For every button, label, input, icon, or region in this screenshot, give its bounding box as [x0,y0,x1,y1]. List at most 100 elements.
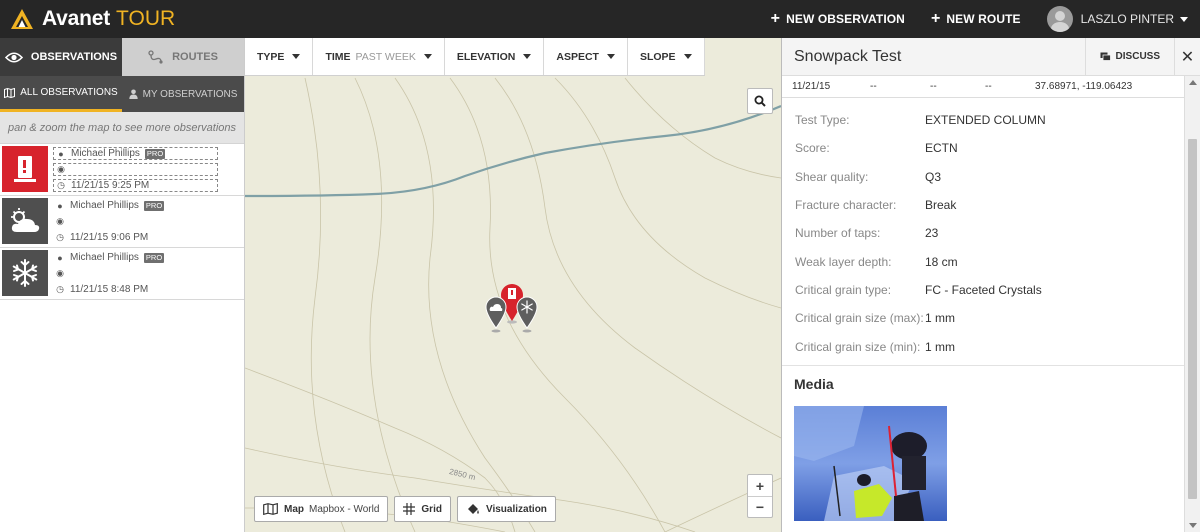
subtab-all-observations-label: ALL OBSERVATIONS [20,87,118,98]
observation-author: Michael Phillips [71,148,140,159]
pro-badge: PRO [144,148,166,159]
observation-author: Michael Phillips [70,252,139,263]
brand-suffix: TOUR [116,7,176,30]
new-observation-button[interactable]: + NEW OBSERVATION [771,10,905,28]
user-menu[interactable]: LASZLO PINTER [1046,6,1188,32]
detail-row-fracture-character: Fracture character: Break [795,191,1185,219]
field-value: 23 [925,226,939,241]
detail-summary-row: 11/21/15 -- -- -- 37.68971, -119.06423 [782,76,1185,98]
filter-elevation[interactable]: ELEVATION [445,38,545,75]
zoom-in-button[interactable]: + [748,475,772,496]
subtab-all-observations[interactable]: ALL OBSERVATIONS [0,76,122,112]
detail-header: Snowpack Test DISCUSS ✕ [782,38,1200,76]
field-label: Critical grain type: [795,282,892,297]
detail-title: Snowpack Test [794,47,902,65]
group-icon: ◉ [56,216,64,226]
chevron-down-icon [1180,16,1188,22]
filter-slope[interactable]: SLOPE [628,38,705,75]
map-view[interactable]: 2850 m TYPE TIME PAST WEEK ELEVATION ASP… [245,38,781,532]
marker-weather[interactable] [485,296,507,333]
close-button[interactable]: ✕ [1174,38,1200,76]
visualization-button[interactable]: Visualization [456,496,556,522]
detail-scrollbar[interactable] [1184,76,1200,532]
observation-item-weather[interactable]: ● Michael Phillips PRO ◉ ◷ 11/21/15 9:06… [0,196,244,248]
discuss-button[interactable]: DISCUSS [1084,38,1174,76]
filter-type-label: TYPE [257,50,285,63]
snowflake-icon [12,259,38,287]
observation-item-snowfall[interactable]: ● Michael Phillips PRO ◉ ◷ 11/21/15 8:48… [0,248,244,300]
observation-markers[interactable] [481,266,551,338]
cloud-weather-icon [11,208,40,232]
detail-row-score: Score: ECTN [795,134,1185,162]
map-icon [263,503,278,515]
marker-snowfall[interactable] [516,296,538,333]
filter-bar: TYPE TIME PAST WEEK ELEVATION ASPECT SLO… [245,38,705,76]
summary-date: 11/21/15 [792,81,831,92]
brand[interactable]: Avanet TOUR [0,0,175,38]
filter-aspect-label: ASPECT [556,50,599,63]
observation-group-row: ◉ [53,163,218,176]
media-photo[interactable] [794,406,947,521]
filter-aspect[interactable]: ASPECT [544,38,628,75]
filter-time[interactable]: TIME PAST WEEK [313,38,445,75]
summary-col-4: -- [985,81,992,92]
chevron-down-icon [423,54,432,59]
detail-row-test-type: Test Type: EXTENDED COLUMN [795,106,1185,134]
pan-zoom-hint: pan & zoom the map to see more observati… [0,112,244,144]
field-value: Q3 [925,169,942,184]
filter-elevation-label: ELEVATION [456,50,516,63]
top-actions: + NEW OBSERVATION + NEW ROUTE LASZLO PIN… [771,0,1200,38]
map-layer-source: Mapbox - World [309,503,380,515]
clock-icon: ◷ [56,284,64,294]
field-label: Score: [795,141,830,156]
map-controls: Map Mapbox - World Grid Visualization [254,496,562,522]
chevron-down-icon [683,54,692,59]
observation-item-snowpack-test[interactable]: ● Michael Phillips PRO ◉ ◷ 11/21/15 9:25… [0,144,244,196]
observation-time-row: ◷ 11/21/15 8:48 PM [53,283,218,296]
close-icon: ✕ [1180,48,1195,66]
observations-panel: OBSERVATIONS ROUTES ALL OBSERVATIONS MY … [0,38,245,532]
summary-coordinates: 37.68971, -119.06423 [1035,81,1133,92]
panel-tabs: OBSERVATIONS ROUTES [0,38,244,76]
field-value: 1 mm [925,311,955,326]
new-route-label: NEW ROUTE [946,12,1021,26]
map-layer-button[interactable]: Map Mapbox - World [254,496,389,522]
tab-observations[interactable]: OBSERVATIONS [0,38,122,76]
new-route-button[interactable]: + NEW ROUTE [931,10,1021,28]
map-search-button[interactable] [747,88,773,114]
clock-icon: ◷ [57,180,65,190]
grid-icon [403,503,416,515]
user-icon [128,89,138,99]
field-value: Break [925,198,957,213]
tab-routes[interactable]: ROUTES [122,38,244,76]
search-icon [754,95,766,107]
user-name: LASZLO PINTER [1080,12,1174,26]
avatar [1046,6,1073,32]
grid-button[interactable]: Grid [394,496,451,522]
filter-type[interactable]: TYPE [245,38,314,75]
observation-thumbnail [2,198,48,244]
field-label: Weak layer depth: [795,254,892,269]
grid-label: Grid [421,503,442,515]
subtab-my-observations[interactable]: MY OBSERVATIONS [122,76,244,112]
scrollbar-thumb[interactable] [1188,139,1197,499]
detail-row-shear-quality: Shear quality: Q3 [795,163,1185,191]
scroll-up-icon[interactable] [1189,80,1197,85]
user-icon: ● [57,200,63,211]
detail-row-critical-grain-type: Critical grain type: FC - Faceted Crysta… [795,276,1185,304]
observation-author-row: ● Michael Phillips PRO [53,251,218,264]
zoom-out-button[interactable]: − [748,496,772,517]
scroll-down-icon[interactable] [1189,523,1197,528]
field-label: Shear quality: [795,169,869,184]
group-icon: ◉ [57,164,65,174]
snowpack-test-icon [14,156,36,182]
field-label: Number of taps: [795,226,881,241]
pro-badge: PRO [143,200,165,211]
observation-meta: ● Michael Phillips PRO ◉ ◷ 11/21/15 8:48… [48,250,218,297]
observation-time: 11/21/15 9:25 PM [71,180,150,191]
user-icon: ● [58,148,64,159]
top-bar: Avanet TOUR + NEW OBSERVATION + NEW ROUT… [0,0,1200,38]
field-value: FC - Faceted Crystals [925,282,1042,297]
paint-bucket-icon [467,503,479,514]
detail-row-grain-size-min: Critical grain size (min): 1 mm [795,332,1185,360]
